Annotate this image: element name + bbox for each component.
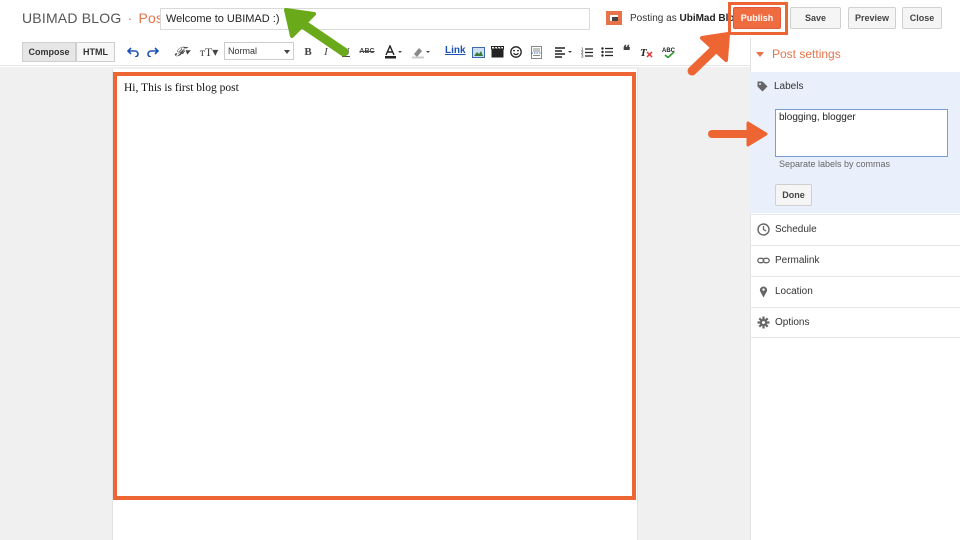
video-icon[interactable] bbox=[490, 45, 504, 59]
sidebar-item-location[interactable]: Location bbox=[750, 276, 960, 307]
labels-input[interactable]: blogging, blogger bbox=[775, 109, 948, 157]
editor-toolbar: Compose HTML 𝓕▾ ᴛT▾ Normal B I U ABC Lin… bbox=[0, 38, 750, 66]
bulleted-list-icon[interactable] bbox=[600, 45, 614, 59]
emoji-icon[interactable] bbox=[509, 45, 523, 59]
gear-icon bbox=[757, 316, 770, 329]
sidebar-item-options[interactable]: Options bbox=[750, 307, 960, 338]
jump-break-icon[interactable] bbox=[529, 45, 543, 59]
post-body-editor[interactable] bbox=[113, 72, 636, 500]
triangle-down-icon bbox=[756, 51, 764, 57]
tag-icon bbox=[757, 81, 768, 92]
clear-formatting-icon[interactable]: T bbox=[639, 45, 653, 59]
preview-button[interactable]: Preview bbox=[848, 7, 896, 29]
labels-hint: Separate labels by commas bbox=[779, 159, 891, 169]
blogger-logo-icon bbox=[606, 11, 622, 25]
format-value: Normal bbox=[228, 46, 258, 56]
undo-icon[interactable] bbox=[126, 45, 140, 59]
blog-breadcrumb: UBIMAD BLOG · Post bbox=[22, 10, 167, 26]
html-tab[interactable]: HTML bbox=[76, 42, 115, 62]
save-button[interactable]: Save bbox=[790, 7, 841, 29]
compose-tab[interactable]: Compose bbox=[22, 42, 76, 62]
posting-as-text: Posting as UbiMad Blog bbox=[630, 13, 741, 24]
close-button[interactable]: Close bbox=[902, 7, 942, 29]
pin-icon bbox=[759, 286, 768, 298]
orange-arrow-labels-annotation bbox=[708, 121, 768, 147]
green-arrow-annotation bbox=[284, 8, 349, 57]
sidebar-item-permalink[interactable]: Permalink bbox=[750, 245, 960, 276]
post-title-input[interactable] bbox=[160, 8, 590, 30]
font-size-icon[interactable]: ᴛT▾ bbox=[197, 45, 221, 59]
sidebar-item-label: Permalink bbox=[775, 255, 820, 266]
image-icon[interactable] bbox=[471, 45, 485, 59]
posting-as-prefix: Posting as bbox=[630, 13, 677, 24]
link-button[interactable]: Link bbox=[445, 45, 466, 56]
link-icon bbox=[757, 257, 770, 264]
post-settings-header[interactable]: Post settings bbox=[756, 47, 841, 61]
highlight-color-icon[interactable] bbox=[410, 45, 434, 59]
numbered-list-icon[interactable]: 123 bbox=[580, 45, 594, 59]
sidebar-item-schedule[interactable]: Schedule bbox=[750, 214, 960, 245]
sidebar-item-label: Options bbox=[775, 317, 810, 328]
orange-arrow-publish-annotation bbox=[687, 32, 730, 76]
quote-icon[interactable]: ❝ bbox=[620, 45, 633, 59]
text-color-icon[interactable] bbox=[383, 45, 405, 59]
labels-done-button[interactable]: Done bbox=[775, 184, 812, 206]
sidebar-item-label: Location bbox=[775, 286, 813, 297]
labels-title[interactable]: Labels bbox=[774, 81, 803, 92]
font-family-icon[interactable]: 𝓕▾ bbox=[170, 45, 194, 59]
sidebar-item-label: Schedule bbox=[775, 224, 817, 235]
post-settings-label: Post settings bbox=[772, 47, 841, 61]
redo-icon[interactable] bbox=[146, 45, 160, 59]
alignment-icon[interactable] bbox=[553, 45, 575, 59]
blog-name[interactable]: UBIMAD BLOG bbox=[22, 10, 121, 26]
breadcrumb-separator: · bbox=[127, 10, 133, 26]
strikethrough-icon[interactable]: ABC bbox=[359, 45, 375, 59]
publish-button[interactable]: Publish bbox=[733, 7, 781, 29]
clock-icon bbox=[757, 223, 770, 236]
post-body-text: Hi, This is first blog post bbox=[124, 82, 239, 94]
spellcheck-icon[interactable]: ABC bbox=[661, 45, 677, 59]
svg-text:3: 3 bbox=[581, 54, 584, 59]
top-header: UBIMAD BLOG · Post Posting as UbiMad Blo… bbox=[0, 0, 960, 38]
